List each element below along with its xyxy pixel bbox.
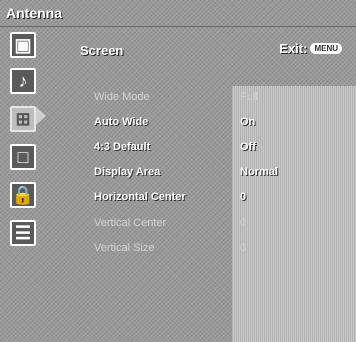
setting-label: Vertical Center [94, 217, 167, 229]
setting-row-vertical-center[interactable]: Vertical Center 0 [0, 213, 356, 237]
setting-label: Wide Mode [94, 91, 150, 103]
setting-value: Normal [240, 166, 278, 178]
title-bar: Antenna [0, 0, 356, 27]
menu-button-badge: MENU [310, 43, 342, 54]
setting-value: 0 [240, 217, 247, 229]
setting-row-auto-wide[interactable]: Auto Wide On [0, 112, 356, 136]
setting-value: 0 [240, 191, 247, 203]
exit-label: Exit: [279, 41, 308, 56]
setting-label: Vertical Size [94, 242, 155, 254]
setting-value: On [240, 116, 256, 128]
section-title: Screen [80, 43, 124, 58]
setting-value: 0 [240, 242, 247, 254]
tv-menu-screen: Antenna ▣ ♪ ⊞ □ 🔒 ☰ Screen Exit: MENU Wi… [0, 0, 356, 342]
setting-row-horizontal-center[interactable]: Horizontal Center 0 [0, 187, 356, 211]
setting-row-vertical-size[interactable]: Vertical Size 0 [0, 238, 356, 262]
exit-hint: Exit: MENU [279, 41, 342, 56]
setting-label: 4:3 Default [94, 141, 151, 153]
setting-label: Auto Wide [94, 116, 149, 128]
setting-row-wide-mode[interactable]: Wide Mode Full [0, 87, 356, 111]
picture-icon[interactable]: ▣ [10, 32, 36, 58]
setting-label: Horizontal Center [94, 191, 186, 203]
setting-value: Off [240, 141, 256, 153]
setting-label: Display Area [94, 166, 161, 178]
setting-row-4-3-default[interactable]: 4:3 Default Off [0, 137, 356, 161]
setting-value: Full [240, 91, 258, 103]
setting-row-display-area[interactable]: Display Area Normal [0, 162, 356, 186]
input-title: Antenna [6, 5, 62, 21]
